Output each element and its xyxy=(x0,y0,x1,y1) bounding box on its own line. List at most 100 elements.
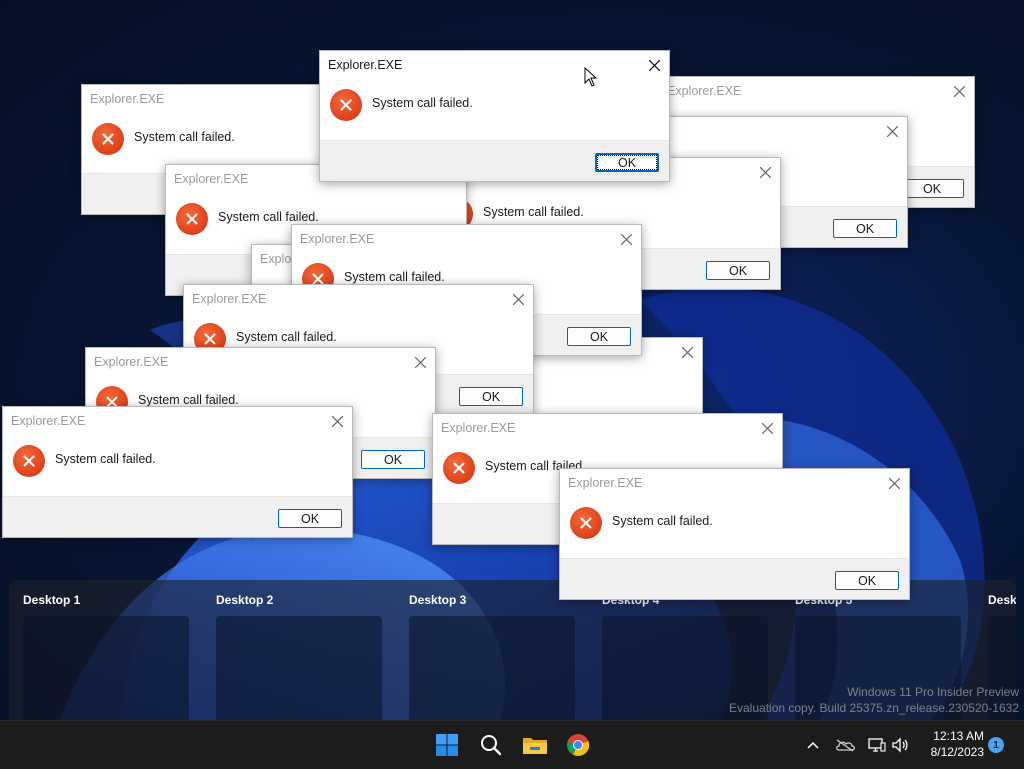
close-icon xyxy=(620,233,632,245)
ok-button[interactable]: OK xyxy=(459,387,523,406)
chevron-up-icon xyxy=(807,741,819,749)
show-hidden-icons-button[interactable] xyxy=(803,735,823,755)
clock-time: 12:13 AM xyxy=(933,729,984,743)
volume-icon xyxy=(892,737,908,753)
ok-button[interactable]: OK xyxy=(900,179,964,198)
ok-button[interactable]: OK xyxy=(595,153,659,172)
dialog-message: System call failed. xyxy=(218,210,319,224)
close-icon xyxy=(888,477,900,489)
dialog-titlebar[interactable]: Explorer.EXE xyxy=(560,469,909,499)
close-button[interactable] xyxy=(405,348,435,376)
error-dialog[interactable]: Explorer.EXE System call failed. OK xyxy=(559,468,910,600)
close-button[interactable] xyxy=(322,407,352,435)
dialog-titlebar[interactable]: Explorer.EXE xyxy=(659,77,974,107)
watermark-edition: Windows 11 Pro Insider Preview xyxy=(847,685,1019,699)
error-icon xyxy=(330,89,362,121)
desktop-tile[interactable]: Desktop 2 xyxy=(202,580,382,720)
ok-button[interactable]: OK xyxy=(361,450,425,469)
dialog-title: Explorer.EXE xyxy=(568,476,643,490)
close-icon xyxy=(331,415,343,427)
clock[interactable]: 12:13 AM 8/12/2023 xyxy=(918,728,984,760)
clock-date: 8/12/2023 xyxy=(930,745,984,759)
error-dialog-active[interactable]: Explorer.EXE System call failed. OK xyxy=(319,50,670,182)
dialog-title: Explorer.EXE xyxy=(328,58,403,72)
network-icon xyxy=(868,738,886,752)
ok-button[interactable]: OK xyxy=(278,509,342,528)
start-button[interactable] xyxy=(432,730,462,760)
network-button[interactable] xyxy=(867,735,887,755)
close-icon xyxy=(512,293,524,305)
error-dialog[interactable]: Explorer.EXE System call failed. OK xyxy=(2,406,353,538)
chrome-icon xyxy=(566,734,590,756)
close-button[interactable] xyxy=(639,51,669,79)
dialog-message: System call failed. xyxy=(55,452,156,466)
dialog-footer: OK xyxy=(3,496,352,537)
close-button[interactable] xyxy=(877,117,907,145)
search-button[interactable] xyxy=(476,730,506,760)
dialog-titlebar[interactable]: Explorer.EXE xyxy=(433,414,782,444)
dialog-message: System call failed. xyxy=(134,130,235,144)
desktop-thumbnail[interactable] xyxy=(409,616,575,720)
dialog-title: Explorer.EXE xyxy=(90,92,165,106)
dialog-footer: OK xyxy=(560,558,909,599)
dialog-titlebar[interactable]: Explorer.EXE xyxy=(184,285,533,315)
close-button[interactable] xyxy=(503,285,533,313)
desktop-label: Deskt xyxy=(988,593,1016,607)
dialog-footer: OK xyxy=(320,140,669,181)
error-icon xyxy=(443,452,475,484)
ok-button[interactable]: OK xyxy=(567,327,631,346)
onedrive-icon xyxy=(836,739,855,752)
volume-button[interactable] xyxy=(890,735,910,755)
close-button[interactable] xyxy=(752,414,782,442)
taskbar: 12:13 AM 8/12/2023 1 xyxy=(0,720,1024,769)
mouse-cursor-icon xyxy=(584,67,598,87)
close-icon xyxy=(759,166,771,178)
dialog-titlebar[interactable]: Explorer.EXE xyxy=(292,225,641,255)
close-icon xyxy=(414,356,426,368)
dialog-title: Explorer.EXE xyxy=(192,292,267,306)
watermark-build: Evaluation copy. Build 25375.zn_release.… xyxy=(729,701,1019,715)
start-icon xyxy=(436,734,458,756)
dialog-title: Explorer.EXE xyxy=(11,414,86,428)
dialog-title: Explorer.EXE xyxy=(174,172,249,186)
search-icon xyxy=(481,735,502,756)
close-button[interactable] xyxy=(944,77,974,105)
dialog-message: System call failed. xyxy=(138,393,239,407)
ok-button[interactable]: OK xyxy=(833,219,897,238)
error-icon xyxy=(570,507,602,539)
dialog-message: System call failed. xyxy=(483,205,584,219)
close-icon xyxy=(886,125,898,137)
close-button[interactable] xyxy=(879,469,909,497)
dialog-titlebar[interactable]: Explorer.EXE xyxy=(86,348,435,378)
close-button[interactable] xyxy=(611,225,641,253)
close-icon xyxy=(648,59,660,71)
ok-button[interactable]: OK xyxy=(706,261,770,280)
file-explorer-button[interactable] xyxy=(520,730,550,760)
close-button[interactable] xyxy=(672,338,702,366)
desktop-thumbnail[interactable] xyxy=(216,616,382,720)
dialog-title: Explorer.EXE xyxy=(300,232,375,246)
error-icon xyxy=(92,123,124,155)
dialog-message: System call failed. xyxy=(372,96,473,110)
desktop-label: Desktop 1 xyxy=(23,593,81,607)
file-explorer-icon xyxy=(523,738,547,754)
dialog-titlebar[interactable]: Explorer.EXE xyxy=(3,407,352,437)
ok-button[interactable]: OK xyxy=(835,571,899,590)
desktop-tile[interactable]: Desktop 1 xyxy=(9,580,189,720)
onedrive-button[interactable] xyxy=(835,735,855,755)
error-icon xyxy=(13,445,45,477)
desktop-thumbnail[interactable] xyxy=(23,616,189,720)
evaluation-watermark: Windows 11 Pro Insider Preview Evaluatio… xyxy=(729,684,1019,716)
dialog-title: Explorer.EXE xyxy=(667,84,742,98)
close-icon xyxy=(681,346,693,358)
close-icon xyxy=(761,422,773,434)
close-button[interactable] xyxy=(750,158,780,186)
dialog-title: Explorer.EXE xyxy=(441,421,516,435)
desktop-tile[interactable]: Desktop 3 xyxy=(395,580,575,720)
dialog-message: System call failed. xyxy=(612,514,713,528)
close-icon xyxy=(953,85,965,97)
chrome-button[interactable] xyxy=(563,730,593,760)
dialog-titlebar[interactable]: Explorer.EXE xyxy=(320,51,669,81)
notification-badge[interactable]: 1 xyxy=(988,737,1004,753)
error-icon xyxy=(176,203,208,235)
